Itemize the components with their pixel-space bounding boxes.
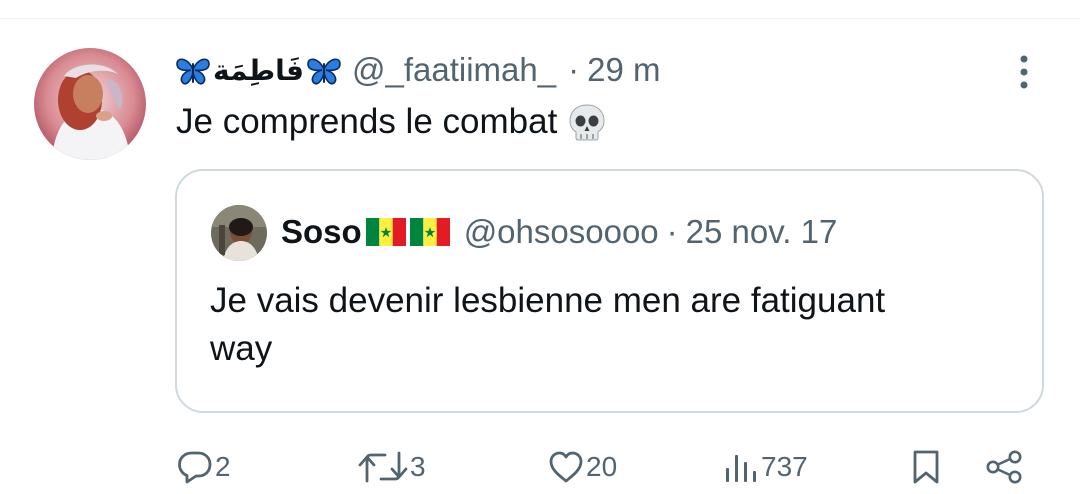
quoted-tweet-card[interactable]: Soso @ohsosoooo · 25 nov. 17 Je vais dev… [175, 169, 1044, 413]
author-display-name[interactable]: فَاطِمَة [175, 54, 342, 87]
bookmark-icon [913, 450, 939, 484]
reply-icon [178, 451, 212, 484]
views-button[interactable]: 737 [723, 442, 808, 492]
butterfly-icon [306, 55, 342, 85]
view-count: 737 [761, 451, 808, 482]
senegal-flag-icon [409, 218, 450, 246]
tweet-header: فَاطِمَة @_faatiimah_ · 29 m [175, 47, 660, 93]
top-divider [0, 18, 1080, 19]
quoted-header-separator: · [666, 213, 678, 250]
more-options-button[interactable] [1010, 52, 1038, 92]
quoted-tweet-timestamp: 25 nov. 17 [685, 213, 838, 250]
like-button[interactable]: 20 [548, 442, 617, 492]
quoted-tweet-text: Je vais devenir lesbienne men are fatigu… [210, 281, 886, 368]
more-dots-icon [1020, 55, 1028, 89]
tweet-text: Je comprends le combat [176, 102, 607, 142]
quoted-tweet-header: Soso @ohsosoooo · 25 nov. 17 [281, 209, 837, 255]
quoted-author-avatar [211, 205, 267, 261]
tweet-timestamp[interactable]: 29 m [587, 51, 660, 89]
tweet-action-bar: 2 3 20 737 [0, 442, 1080, 492]
author-name-arabic: فَاطِمَة [213, 53, 304, 87]
bookmark-button[interactable] [911, 442, 941, 492]
reply-button[interactable]: 2 [177, 442, 231, 492]
like-count: 20 [586, 451, 618, 482]
butterfly-icon [175, 55, 211, 85]
reply-count: 2 [215, 451, 231, 482]
share-icon [986, 450, 1022, 484]
share-button[interactable] [984, 442, 1024, 492]
retweet-icon [358, 451, 408, 483]
retweet-button[interactable]: 3 [358, 442, 426, 492]
quoted-author-handle: @ohsosoooo [463, 213, 659, 250]
tweet-text-content: Je comprends le combat [176, 102, 558, 141]
senegal-flag-icon [365, 218, 406, 246]
heart-icon [549, 451, 583, 483]
author-handle[interactable]: @_faatiimah_ [352, 51, 556, 89]
skull-emoji-icon [567, 102, 607, 142]
header-separator: · [568, 51, 580, 88]
author-avatar[interactable] [34, 48, 146, 160]
retweet-count: 3 [410, 451, 426, 482]
bar-chart-icon [726, 455, 756, 482]
quoted-author-name: Soso [281, 213, 362, 250]
